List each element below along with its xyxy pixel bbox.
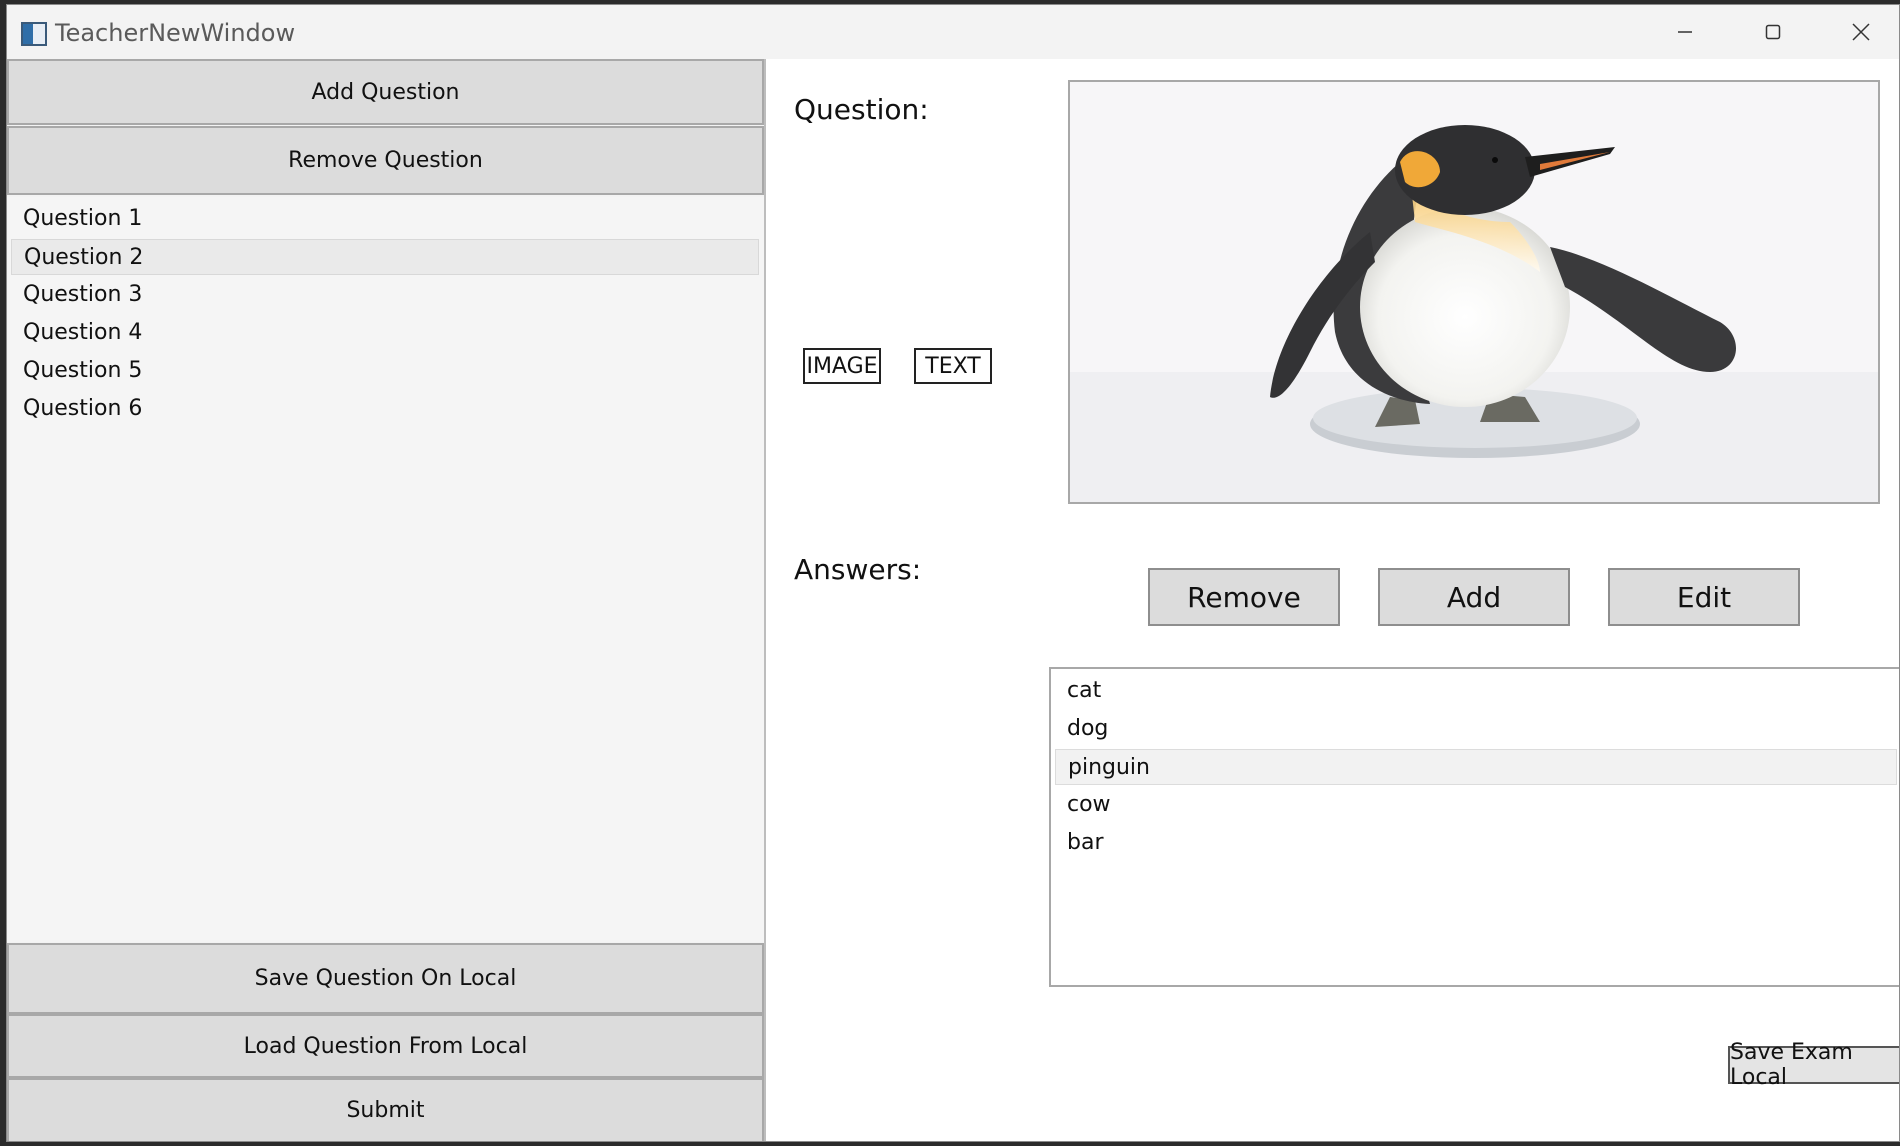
penguin-image xyxy=(1070,82,1878,502)
maximize-button[interactable] xyxy=(1729,5,1817,59)
answer-list-item[interactable]: cat xyxy=(1055,673,1897,709)
minimize-icon xyxy=(1678,31,1692,33)
text-type-button[interactable]: TEXT xyxy=(914,348,992,384)
window-title: TeacherNewWindow xyxy=(55,19,296,47)
app-icon xyxy=(21,22,47,46)
remove-question-button[interactable]: Remove Question xyxy=(7,126,764,195)
question-image[interactable] xyxy=(1068,80,1880,504)
edit-answer-button[interactable]: Edit xyxy=(1608,568,1800,626)
load-question-local-button[interactable]: Load Question From Local xyxy=(7,1014,764,1078)
maximize-icon xyxy=(1765,24,1781,40)
question-list-item[interactable]: Question 6 xyxy=(11,391,759,427)
question-list[interactable]: Question 1 Question 2 Question 3 Questio… xyxy=(7,197,764,942)
answer-list-item[interactable]: bar xyxy=(1055,825,1897,861)
question-list-item[interactable]: Question 1 xyxy=(11,201,759,237)
close-button[interactable] xyxy=(1817,5,1899,59)
answer-list-item-selected[interactable]: pinguin xyxy=(1055,749,1897,785)
question-list-item[interactable]: Question 4 xyxy=(11,315,759,351)
add-answer-button[interactable]: Add xyxy=(1378,568,1570,626)
save-question-local-button[interactable]: Save Question On Local xyxy=(7,943,764,1014)
submit-button[interactable]: Submit xyxy=(7,1078,764,1141)
minimize-button[interactable] xyxy=(1641,5,1729,59)
answer-list-item[interactable]: cow xyxy=(1055,787,1897,823)
add-question-button[interactable]: Add Question xyxy=(7,59,764,125)
answers-label: Answers: xyxy=(794,553,922,586)
teacher-window: TeacherNewWindow Add Question Remove Que… xyxy=(6,4,1900,1142)
save-exam-local-button[interactable]: Save Exam Local xyxy=(1728,1040,1899,1090)
title-bar[interactable]: TeacherNewWindow xyxy=(7,5,1899,59)
close-icon xyxy=(1852,23,1870,41)
question-list-item[interactable]: Question 3 xyxy=(11,277,759,313)
answer-list-item[interactable]: dog xyxy=(1055,711,1897,747)
question-label: Question: xyxy=(794,93,929,126)
answers-list[interactable]: cat dog pinguin cow bar xyxy=(1049,667,1899,987)
remove-answer-button[interactable]: Remove xyxy=(1148,568,1340,626)
image-type-button[interactable]: IMAGE xyxy=(803,348,881,384)
question-list-item-selected[interactable]: Question 2 xyxy=(11,239,759,275)
left-panel: Add Question Remove Question Question 1 … xyxy=(7,59,766,1141)
question-list-item[interactable]: Question 5 xyxy=(11,353,759,389)
